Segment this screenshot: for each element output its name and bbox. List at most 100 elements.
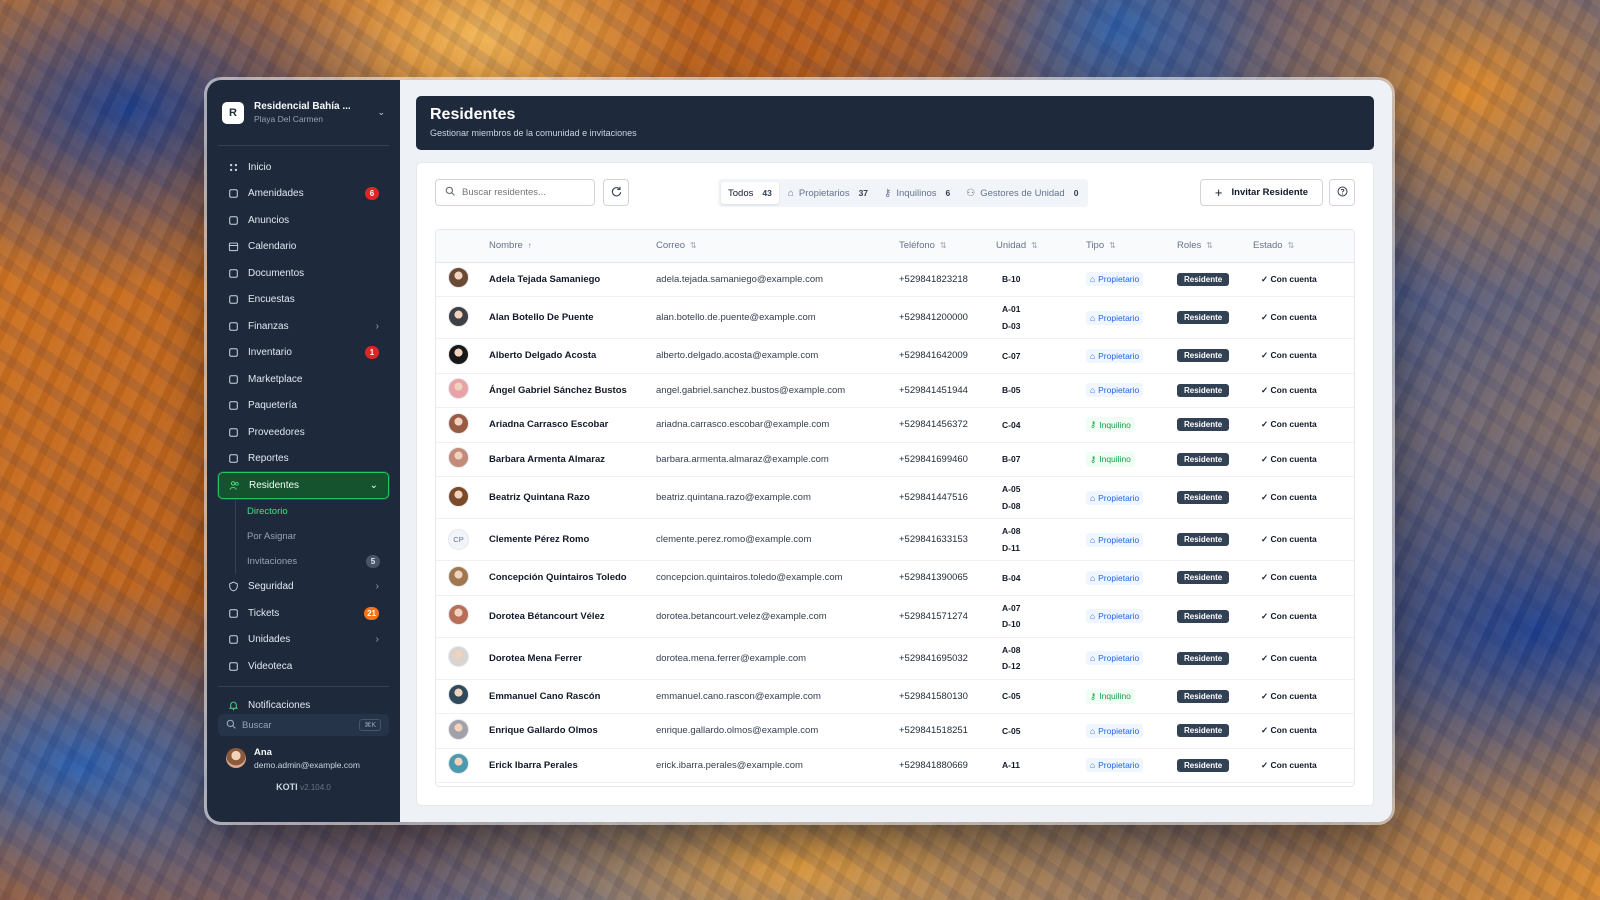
sidebar-item-label: Encuestas [248,294,295,306]
avatar [226,748,246,768]
type-badge: ⌂ Propietario [1086,310,1144,325]
resident-name[interactable]: Dorotea Bétancourt Vélez [489,611,605,622]
resident-name[interactable]: Ariadna Carrasco Escobar [489,419,608,430]
table-row[interactable]: Alberto Delgado Acosta alberto.delgado.ac… [436,338,1354,374]
avatar [448,343,469,365]
table-row[interactable]: Adela Tejada Samaniego adela.tejada.saman… [436,262,1354,297]
home-icon: ⌂ [1090,274,1096,285]
refresh-button[interactable] [603,179,629,206]
sidebar-item-unidades[interactable]: Unidades › [218,627,389,654]
column-phone[interactable]: Teléfono ⇅ [899,230,996,263]
filter-tab-gestores-de-unidad[interactable]: ⚇ Gestores de Unidad 0 [959,182,1085,204]
resident-name[interactable]: Ángel Gabriel Sánchez Bustos [489,385,627,396]
filter-tab-todos[interactable]: Todos 43 [721,182,779,204]
refresh-icon [611,184,622,202]
resident-name[interactable]: Adela Tejada Samaniego [489,274,600,285]
sort-asc-icon: ↑ [527,241,532,251]
type-badge: ⌂ Propietario [1086,348,1144,363]
sidebar-search[interactable]: Buscar ⌘K [218,714,389,736]
sort-icon: ⇅ [690,241,697,251]
column-name[interactable]: Nombre ↑ [489,230,656,263]
filter-tab-inquilinos[interactable]: ⚷ Inquilinos 6 [877,182,957,204]
resident-name[interactable]: Erick Ibarra Perales [489,760,578,771]
table-row[interactable]: Barbara Armenta Almaraz barbara.armenta.a… [436,442,1354,477]
subitem-invitaciones[interactable]: Invitaciones 5 [236,549,389,574]
sidebar-item-videoteca[interactable]: Videoteca [218,653,389,680]
user-name: Ana [254,746,272,758]
resident-name[interactable]: Alan Botello De Puente [489,312,594,323]
resident-name[interactable]: Alberto Delgado Acosta [489,350,596,361]
filter-count: 43 [762,188,772,198]
sidebar-item-documentos[interactable]: Documentos [218,260,389,287]
sidebar-item-finanzas[interactable]: Finanzas › [218,313,389,340]
search-input[interactable] [462,187,582,198]
residents-table: Nombre ↑ Correo ⇅ Teléfono ⇅ Unidad ⇅ Tipo ⇅ … [435,229,1355,787]
sidebar-item-encuestas[interactable]: Encuestas [218,287,389,314]
sidebar-item-calendario[interactable]: Calendario [218,234,389,261]
column-type[interactable]: Tipo ⇅ [1086,230,1177,263]
resident-email: alberto.delgado.acosta@example.com [656,350,819,362]
org-switcher[interactable]: R Residencial Bahía ... Playa Del Carmen… [218,80,389,146]
sidebar-item-tickets[interactable]: Tickets 21 [218,600,389,627]
resident-name[interactable]: Beatriz Quintana Razo [489,492,590,503]
resident-name[interactable]: Concepción Quintairos Toledo [489,572,627,583]
sidebar-item-residentes[interactable]: Residentes ⌄ [218,472,389,499]
type-badge: ⌂ Propietario [1086,272,1144,287]
wallet-icon [228,321,239,332]
column-unit[interactable]: Unidad ⇅ [996,230,1086,263]
table-row[interactable]: Emmanuel Cano Rascón emmanuel.cano.rascon… [436,679,1354,714]
resident-name[interactable]: Dorotea Mena Ferrer [489,653,582,664]
table-row[interactable]: Dorotea Bétancourt Vélez dorotea.betancou… [436,595,1354,638]
package-icon [228,400,239,411]
sidebar-item-seguridad[interactable]: Seguridad › [218,574,389,601]
type-badge: ⚷ Inquilino [1086,417,1135,433]
resident-name[interactable]: Barbara Armenta Almaraz [489,454,605,465]
table-row[interactable]: Dorotea Mena Ferrer dorotea.mena.ferrer@e… [436,637,1354,680]
table-row[interactable]: Enrique Gallardo Olmos enrique.gallardo.o… [436,713,1354,749]
app-window: R Residencial Bahía ... Playa Del Carmen… [207,80,1392,822]
poll-icon [228,294,239,305]
resident-name[interactable]: Emmanuel Cano Rascón [489,691,600,702]
resident-phone: +529841642009 [899,350,968,362]
filter-tab-propietarios[interactable]: ⌂ Propietarios 37 [781,182,875,204]
column-email[interactable]: Correo ⇅ [656,230,899,263]
column-roles[interactable]: Roles ⇅ [1177,230,1253,263]
unit-code: D-11 [1002,542,1020,553]
truck-icon [228,427,239,438]
residentes-submenu: Directorio Por Asignar Invitaciones 5 [235,498,389,574]
type-badge: ⌂ Propietario [1086,758,1144,773]
sidebar-item-amenidades[interactable]: Amenidades 6 [218,181,389,208]
search-field[interactable] [435,179,595,206]
table-row[interactable]: Erick Ibarra Perales erick.ibarra.perales… [436,748,1354,783]
table-row[interactable]: Ariadna Carrasco Escobar ariadna.carrasco… [436,407,1354,443]
help-button[interactable] [1329,179,1355,206]
sidebar-item-anuncios[interactable]: Anuncios [218,207,389,234]
building-icon [228,188,239,199]
role-badge: Residente [1177,609,1230,623]
type-badge: ⌂ Propietario [1086,490,1144,505]
table-row[interactable]: Ángel Gabriel Sánchez Bustos angel.gabrie… [436,373,1354,408]
sidebar-item-label: Inventario [248,347,292,359]
resident-name[interactable]: Clemente Pérez Romo [489,534,589,545]
table-row[interactable]: Beatriz Quintana Razo beatriz.quintana.ra… [436,476,1354,519]
column-status[interactable]: Estado ⇅ [1253,230,1354,263]
home-icon: ⌂ [787,187,794,199]
table-row[interactable]: CP Clemente Pérez Romo clemente.perez.romo… [436,518,1354,561]
sidebar-item-inicio[interactable]: Inicio [218,154,389,181]
user-profile[interactable]: Ana demo.admin@example.com [218,742,389,774]
sidebar-item-marketplace[interactable]: Marketplace [218,366,389,393]
table-row[interactable]: Concepción Quintairos Toledo concepcion.q… [436,560,1354,596]
table-row[interactable]: Alan Botello De Puente alan.botello.de.pu… [436,296,1354,339]
subitem-directorio[interactable]: Directorio [236,499,389,524]
resident-name[interactable]: Enrique Gallardo Olmos [489,725,598,736]
sidebar-item-paqueteria[interactable]: Paquetería [218,393,389,420]
avatar [448,485,469,507]
invite-resident-button[interactable]: + Invitar Residente [1200,179,1323,206]
sidebar-item-inventario[interactable]: Inventario 1 [218,340,389,367]
page-title: Residentes [430,106,516,123]
sidebar-item-proveedores[interactable]: Proveedores [218,419,389,446]
chevron-right-icon: › [375,320,379,332]
role-badge: Residente [1177,383,1230,397]
sidebar-item-reportes[interactable]: Reportes [218,446,389,473]
subitem-por-asignar[interactable]: Por Asignar [236,524,389,549]
